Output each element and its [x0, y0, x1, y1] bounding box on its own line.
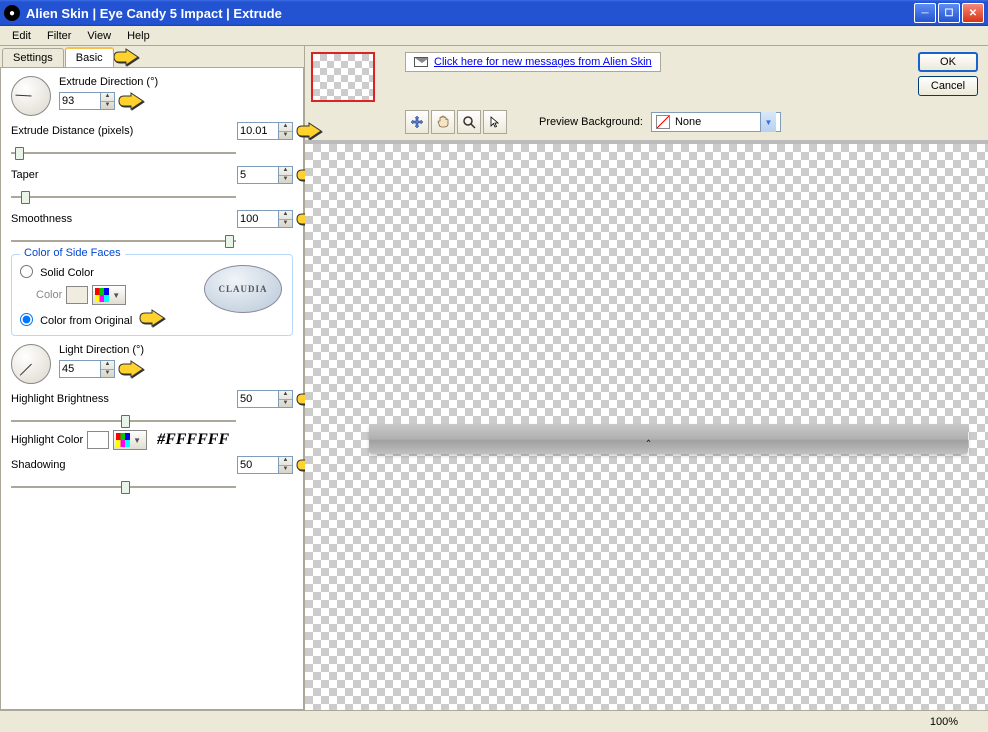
menu-view[interactable]: View	[79, 28, 119, 44]
extrude-direction-spinner[interactable]: ▲▼	[101, 92, 115, 110]
shadowing-input[interactable]	[237, 456, 279, 474]
statusbar: 100%	[0, 710, 988, 732]
app-icon: ●	[4, 5, 20, 21]
side-faces-legend: Color of Side Faces	[20, 247, 125, 259]
highlight-brightness-spinner[interactable]: ▲▼	[279, 390, 293, 408]
side-faces-group: Color of Side Faces CLAUDIA Solid Color …	[11, 254, 293, 336]
pointer-icon	[112, 48, 140, 66]
highlight-color-swatch[interactable]	[87, 431, 109, 449]
menu-help[interactable]: Help	[119, 28, 158, 44]
ok-button[interactable]: OK	[918, 52, 978, 72]
tool-zoom[interactable]	[457, 110, 481, 134]
maximize-button[interactable]: ☐	[938, 3, 960, 23]
preview-thumbnail[interactable]	[311, 52, 375, 102]
highlight-brightness-label: Highlight Brightness	[11, 393, 109, 405]
titlebar: ● Alien Skin | Eye Candy 5 Impact | Extr…	[0, 0, 988, 26]
highlight-brightness-slider[interactable]	[11, 414, 236, 430]
tabs: Settings Basic	[0, 46, 304, 68]
window-title: Alien Skin | Eye Candy 5 Impact | Extrud…	[26, 6, 913, 21]
tab-settings[interactable]: Settings	[2, 48, 64, 67]
smoothness-input[interactable]	[237, 210, 279, 228]
taper-label: Taper	[11, 169, 39, 181]
extrude-distance-slider[interactable]	[11, 146, 236, 162]
menu-edit[interactable]: Edit	[4, 28, 39, 44]
preview-bg-label: Preview Background:	[539, 116, 643, 128]
color-label: Color	[36, 289, 62, 301]
light-direction-spinner[interactable]: ▲▼	[101, 360, 115, 378]
highlight-color-label: Highlight Color	[11, 434, 83, 446]
preview-bg-select[interactable]: None ▼	[651, 112, 781, 132]
cancel-button[interactable]: Cancel	[918, 76, 978, 96]
tab-basic[interactable]: Basic	[65, 47, 114, 67]
light-direction-dial[interactable]	[11, 344, 51, 384]
envelope-icon	[414, 57, 428, 67]
preview-toolbar: Preview Background: None ▼	[305, 108, 988, 140]
highlight-color-palette-button[interactable]: ▼	[113, 430, 147, 450]
extrude-distance-label: Extrude Distance (pixels)	[11, 125, 133, 137]
extrude-direction-label: Extrude Direction (°)	[59, 76, 158, 88]
side-color-swatch[interactable]	[66, 286, 88, 304]
palette-icon	[95, 288, 109, 302]
preview-panel: Click here for new messages from Alien S…	[305, 46, 988, 710]
pointer-icon	[138, 309, 166, 327]
shadowing-label: Shadowing	[11, 459, 65, 471]
extrude-distance-input[interactable]	[237, 122, 279, 140]
extrude-distance-spinner[interactable]: ▲▼	[279, 122, 293, 140]
tool-cursor[interactable]	[483, 110, 507, 134]
light-direction-input[interactable]	[59, 360, 101, 378]
menu-filter[interactable]: Filter	[39, 28, 79, 44]
extruded-shape	[369, 424, 968, 454]
pointer-icon	[117, 92, 145, 110]
color-from-original-radio[interactable]: Color from Original	[20, 311, 132, 327]
text-caret-icon: ‸	[647, 428, 651, 442]
light-direction-label: Light Direction (°)	[59, 344, 144, 356]
zoom-level: 100%	[930, 716, 958, 728]
smoothness-spinner[interactable]: ▲▼	[279, 210, 293, 228]
shadowing-slider[interactable]	[11, 480, 236, 496]
tool-hand[interactable]	[431, 110, 455, 134]
palette-icon	[116, 433, 130, 447]
shadowing-spinner[interactable]: ▲▼	[279, 456, 293, 474]
chevron-down-icon: ▼	[760, 112, 776, 132]
side-color-palette-button[interactable]: ▼	[92, 285, 126, 305]
extrude-direction-input[interactable]	[59, 92, 101, 110]
message-link[interactable]: Click here for new messages from Alien S…	[405, 52, 661, 72]
minimize-button[interactable]: ─	[914, 3, 936, 23]
smoothness-label: Smoothness	[11, 213, 72, 225]
solid-color-radio[interactable]: Solid Color	[20, 263, 94, 279]
taper-slider[interactable]	[11, 190, 236, 206]
highlight-brightness-input[interactable]	[237, 390, 279, 408]
preview-canvas[interactable]: ‸	[305, 140, 988, 710]
tool-move[interactable]	[405, 110, 429, 134]
pointer-icon	[117, 360, 145, 378]
taper-input[interactable]	[237, 166, 279, 184]
close-button[interactable]: ✕	[962, 3, 984, 23]
taper-spinner[interactable]: ▲▼	[279, 166, 293, 184]
menubar: Edit Filter View Help	[0, 26, 988, 46]
none-icon	[656, 115, 670, 129]
extrude-direction-dial[interactable]	[11, 76, 51, 116]
settings-panel: Settings Basic Extrude Direction (°) ▲▼	[0, 46, 305, 710]
highlight-color-hex: #FFFFFF	[157, 431, 229, 449]
